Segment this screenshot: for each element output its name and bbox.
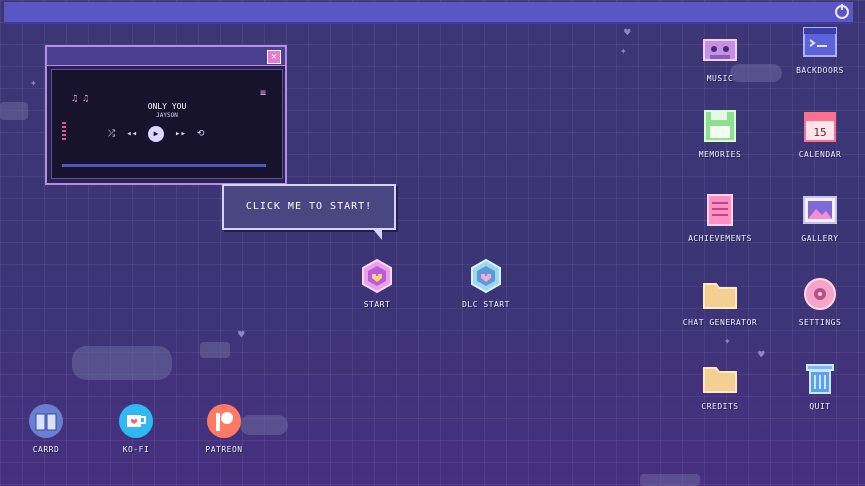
quit-shortcut[interactable]: QUIT [798, 360, 842, 411]
cloud-decoration [200, 342, 230, 358]
trash-can-icon [806, 364, 834, 394]
repeat-icon[interactable]: ⟲ [197, 129, 205, 139]
chat-generator-label: CHAT GENERATOR [682, 318, 758, 327]
calendar-shortcut[interactable]: 15 CALENDAR [790, 108, 850, 159]
credits-shortcut[interactable]: CREDITS [692, 360, 748, 411]
folder-icon [703, 367, 737, 393]
playback-controls: ⤮ ◂◂ ▶ ▸▸ ⟲ [108, 126, 204, 142]
music-label: MUSIC [706, 74, 734, 83]
sparkle-decoration: ✦ [724, 334, 731, 347]
song-progress-bar[interactable] [62, 164, 266, 167]
terminal-icon [803, 27, 837, 57]
power-icon[interactable] [835, 4, 849, 19]
dlc-gem-icon [471, 258, 501, 294]
memories-label: MEMORIES [698, 150, 742, 159]
dlc-start-label: DLC START [462, 300, 510, 309]
ko-fi-label: KO-FI [122, 445, 150, 454]
playlist-menu-icon[interactable]: ≡ [260, 88, 266, 99]
cloud-decoration [0, 102, 28, 120]
carrd-shortcut[interactable]: CARRD [24, 403, 68, 454]
coffee-cup-icon [119, 404, 153, 438]
next-icon[interactable]: ▸▸ [175, 129, 186, 139]
sparkle-decoration: ✦ [30, 76, 37, 89]
cassette-icon [703, 39, 737, 61]
previous-icon[interactable]: ◂◂ [126, 129, 137, 139]
gear-icon [804, 278, 836, 310]
achievements-label: ACHIEVEMENTS [688, 234, 752, 243]
cloud-decoration [72, 346, 172, 380]
carrd-label: CARRD [32, 445, 60, 454]
notepad-icon [707, 194, 733, 226]
folder-icon [703, 283, 737, 309]
ko-fi-shortcut[interactable]: KO-FI [114, 403, 158, 454]
picture-icon [803, 196, 837, 224]
heart-decoration: ♥ [238, 328, 245, 341]
song-title: ONLY YOU [147, 102, 187, 111]
svg-text:15: 15 [813, 126, 826, 139]
floppy-disk-icon [704, 110, 736, 142]
calendar-icon: 15 [804, 112, 836, 142]
quit-label: QUIT [809, 402, 831, 411]
calendar-label: CALENDAR [798, 150, 842, 159]
settings-shortcut[interactable]: SETTINGS [790, 276, 850, 327]
patreon-icon [207, 404, 241, 438]
music-shortcut[interactable]: MUSIC [692, 32, 748, 83]
music-player-window[interactable]: ✕ ♫ ♫ ≡ ONLY YOU JAYSON ⤮ ◂◂ ▶ ▸▸ ⟲ [45, 45, 287, 185]
shuffle-icon[interactable]: ⤮ [108, 129, 115, 139]
cloud-decoration [640, 474, 700, 486]
patreon-shortcut[interactable]: PATREON [198, 403, 250, 454]
settings-label: SETTINGS [798, 318, 842, 327]
start-hint-bubble: CLICK ME TO START! [222, 184, 396, 240]
song-artist: JAYSON [156, 112, 178, 119]
player-titlebar[interactable] [47, 47, 285, 66]
player-screen: ♫ ♫ ≡ ONLY YOU JAYSON ⤮ ◂◂ ▶ ▸▸ ⟲ [51, 69, 283, 179]
backdoors-shortcut[interactable]: BACKDOORS [788, 24, 852, 75]
backdoors-label: BACKDOORS [796, 66, 844, 75]
start-label: START [363, 300, 391, 309]
patreon-label: PATREON [205, 445, 243, 454]
sparkle-decoration: ✦ [620, 44, 627, 57]
gallery-shortcut[interactable]: GALLERY [792, 192, 848, 243]
start-button[interactable]: START [352, 258, 402, 309]
memories-shortcut[interactable]: MEMORIES [688, 108, 752, 159]
heart-decoration: ♥ [624, 26, 631, 39]
dlc-start-button[interactable]: DLC START [454, 258, 518, 309]
book-icon [29, 404, 63, 438]
play-icon[interactable]: ▶ [148, 126, 165, 142]
chat-generator-shortcut[interactable]: CHAT GENERATOR [674, 276, 766, 327]
volume-bar[interactable] [62, 122, 66, 142]
close-icon[interactable]: ✕ [267, 50, 281, 64]
achievements-shortcut[interactable]: ACHIEVEMENTS [680, 192, 760, 243]
heart-decoration: ♥ [758, 348, 765, 361]
start-gem-icon [362, 258, 392, 294]
gallery-label: GALLERY [801, 234, 839, 243]
top-bar [4, 2, 853, 24]
credits-label: CREDITS [701, 402, 739, 411]
